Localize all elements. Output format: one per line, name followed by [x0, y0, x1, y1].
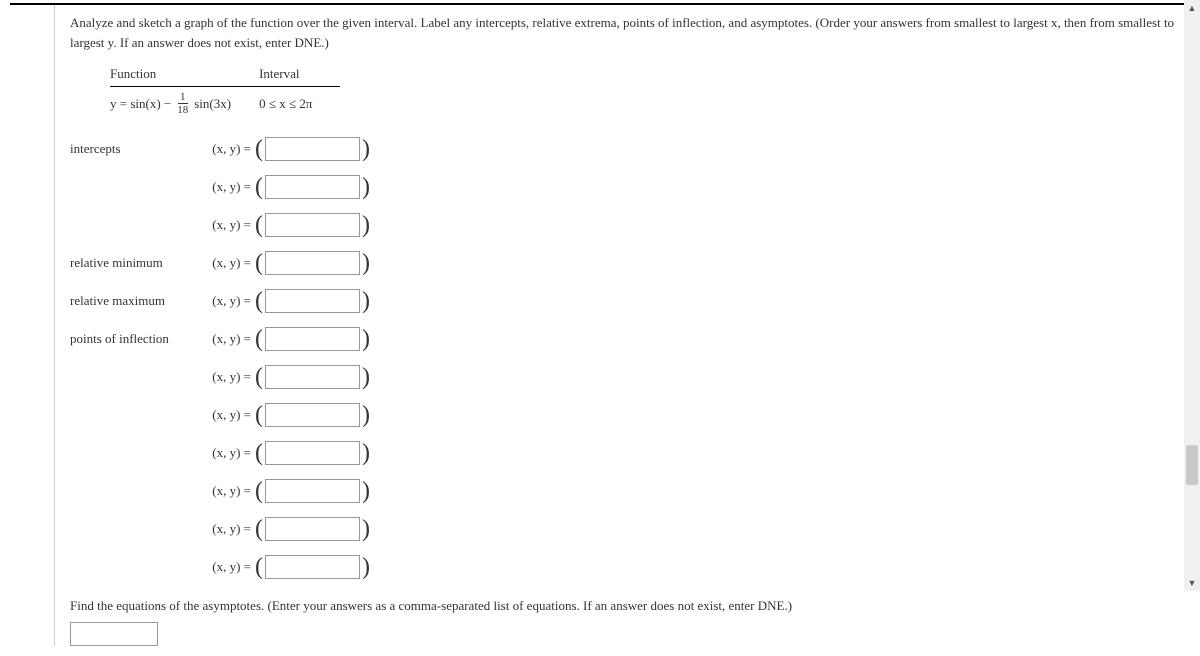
rel-max-row: relative maximum (x, y) = ( ) [70, 286, 1190, 316]
intercept-row-1: intercepts (x, y) = ( ) [70, 134, 1190, 164]
intercept-input-1[interactable] [265, 137, 360, 161]
xy-label: (x, y) = [205, 559, 255, 575]
close-paren: ) [362, 365, 370, 389]
intercepts-label: intercepts [70, 141, 205, 157]
open-paren: ( [255, 251, 263, 275]
open-paren: ( [255, 137, 263, 161]
close-paren: ) [362, 479, 370, 503]
xy-label: (x, y) = [205, 521, 255, 537]
inflection-label: points of inflection [70, 331, 205, 347]
inflection-input-1[interactable] [265, 327, 360, 351]
inflection-row-7: (x, y) = ( ) [70, 552, 1190, 582]
close-paren: ) [362, 441, 370, 465]
close-paren: ) [362, 251, 370, 275]
intercept-input-3[interactable] [265, 213, 360, 237]
rel-min-label: relative minimum [70, 255, 205, 271]
interval-header: Interval [259, 62, 340, 87]
rel-max-input[interactable] [265, 289, 360, 313]
close-paren: ) [362, 555, 370, 579]
intercept-row-3: (x, y) = ( ) [70, 210, 1190, 240]
xy-label: (x, y) = [205, 407, 255, 423]
inflection-input-6[interactable] [265, 517, 360, 541]
open-paren: ( [255, 441, 263, 465]
function-expression: y = sin(x) − 1 18 sin(3x) [110, 87, 259, 122]
close-paren: ) [362, 517, 370, 541]
open-paren: ( [255, 213, 263, 237]
fraction-denominator: 18 [175, 104, 190, 116]
answers-block: intercepts (x, y) = ( ) (x, y) = ( ) (x,… [65, 134, 1190, 582]
inflection-row-1: points of inflection (x, y) = ( ) [70, 324, 1190, 354]
close-paren: ) [362, 403, 370, 427]
open-paren: ( [255, 365, 263, 389]
xy-label: (x, y) = [205, 331, 255, 347]
xy-label: (x, y) = [205, 179, 255, 195]
close-paren: ) [362, 137, 370, 161]
inflection-input-5[interactable] [265, 479, 360, 503]
inflection-input-7[interactable] [265, 555, 360, 579]
intercept-input-2[interactable] [265, 175, 360, 199]
xy-label: (x, y) = [205, 293, 255, 309]
func-suffix: sin(3x) [194, 96, 231, 112]
inflection-row-2: (x, y) = ( ) [70, 362, 1190, 392]
close-paren: ) [362, 213, 370, 237]
open-paren: ( [255, 327, 263, 351]
inflection-input-2[interactable] [265, 365, 360, 389]
close-paren: ) [362, 175, 370, 199]
intercept-row-2: (x, y) = ( ) [70, 172, 1190, 202]
scroll-up-icon[interactable]: ▲ [1184, 0, 1200, 16]
fraction-numerator: 1 [178, 91, 188, 104]
open-paren: ( [255, 555, 263, 579]
function-interval-table: Function Interval y = sin(x) − 1 18 sin(… [65, 62, 1190, 122]
xy-label: (x, y) = [205, 141, 255, 157]
inflection-input-3[interactable] [265, 403, 360, 427]
xy-label: (x, y) = [205, 483, 255, 499]
open-paren: ( [255, 289, 263, 313]
function-header: Function [110, 62, 259, 87]
open-paren: ( [255, 403, 263, 427]
inflection-row-4: (x, y) = ( ) [70, 438, 1190, 468]
asymptote-input[interactable] [70, 622, 158, 646]
scroll-thumb[interactable] [1186, 445, 1198, 485]
xy-label: (x, y) = [205, 217, 255, 233]
question-container: Analyze and sketch a graph of the functi… [10, 3, 1190, 646]
open-paren: ( [255, 479, 263, 503]
fraction: 1 18 [175, 91, 190, 116]
inflection-row-3: (x, y) = ( ) [70, 400, 1190, 430]
xy-label: (x, y) = [205, 255, 255, 271]
inflection-row-6: (x, y) = ( ) [70, 514, 1190, 544]
inflection-input-4[interactable] [265, 441, 360, 465]
scroll-down-icon[interactable]: ▼ [1184, 575, 1200, 591]
rel-min-row: relative minimum (x, y) = ( ) [70, 248, 1190, 278]
instructions-text: Analyze and sketch a graph of the functi… [65, 13, 1190, 52]
open-paren: ( [255, 175, 263, 199]
rel-min-input[interactable] [265, 251, 360, 275]
close-paren: ) [362, 289, 370, 313]
close-paren: ) [362, 327, 370, 351]
interval-value: 0 ≤ x ≤ 2π [259, 87, 340, 122]
open-paren: ( [255, 517, 263, 541]
xy-label: (x, y) = [205, 445, 255, 461]
asymptote-instructions: Find the equations of the asymptotes. (E… [65, 596, 1190, 616]
rel-max-label: relative maximum [70, 293, 205, 309]
left-divider [54, 5, 55, 646]
inflection-row-5: (x, y) = ( ) [70, 476, 1190, 506]
xy-label: (x, y) = [205, 369, 255, 385]
func-prefix: y = sin(x) − [110, 96, 171, 112]
scrollbar[interactable]: ▲ ▼ [1184, 0, 1200, 591]
